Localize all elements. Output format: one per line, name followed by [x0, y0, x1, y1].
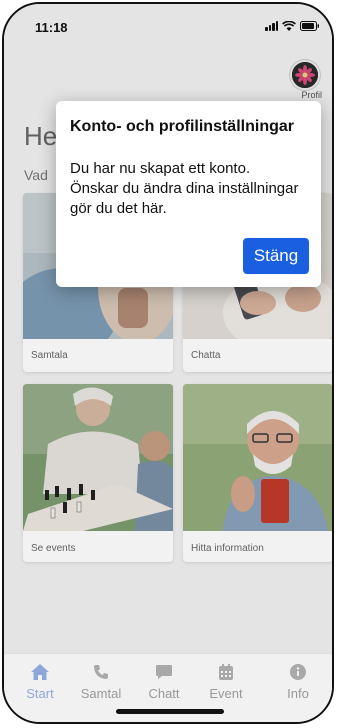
- phone-icon: [71, 662, 131, 682]
- tab-samtal[interactable]: Samtal: [71, 662, 131, 701]
- tab-chatt[interactable]: Chatt: [134, 662, 194, 701]
- info-icon: [268, 662, 328, 682]
- close-button[interactable]: Stäng: [243, 238, 309, 274]
- dialog-title: Konto- och profilinställningar: [70, 118, 294, 135]
- account-settings-dialog: Konto- och profilinställningar Du har nu…: [56, 101, 321, 287]
- home-indicator[interactable]: [116, 709, 224, 714]
- tab-label: Info: [287, 686, 309, 701]
- tab-label: Samtal: [80, 686, 122, 701]
- tab-info[interactable]: Info: [268, 662, 328, 701]
- home-icon: [10, 662, 70, 682]
- tab-label: Start: [26, 686, 54, 701]
- tab-label: Chatt: [148, 686, 180, 701]
- calendar-icon: [196, 662, 256, 682]
- app-screen: 11:18 Profil He Vad Samtala Chatta Se ev…: [4, 4, 332, 722]
- dialog-message: Du har nu skapat ett konto. Önskar du än…: [70, 160, 299, 217]
- tab-start[interactable]: Start: [10, 662, 70, 701]
- phone-frame: 11:18 Profil He Vad Samtala Chatta Se ev…: [2, 2, 334, 724]
- tab-label: Event: [209, 686, 243, 701]
- chat-icon: [134, 662, 194, 682]
- tab-event[interactable]: Event: [196, 662, 256, 701]
